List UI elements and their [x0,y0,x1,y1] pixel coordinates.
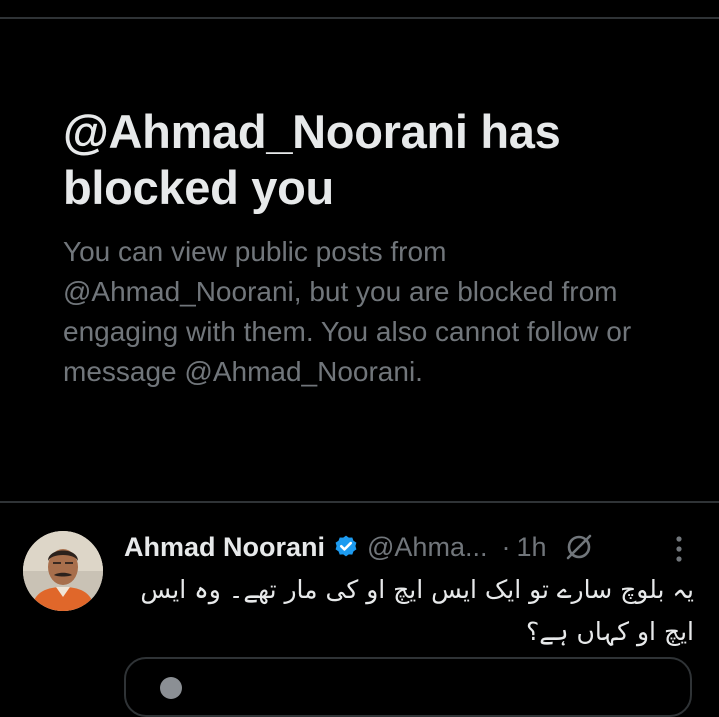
post-timestamp[interactable]: 1h [516,532,546,563]
verified-badge-icon [333,534,359,560]
post-header: Ahmad Noorani @Ahma... · 1h [124,527,595,567]
post-item[interactable]: Ahmad Noorani @Ahma... · 1h یہ بلوچ سارے… [0,503,719,717]
author-handle[interactable]: @Ahma... [367,532,487,563]
quoted-post-card[interactable] [124,657,692,717]
post-text: یہ بلوچ سارے تو ایک ایس ایچ او کی مار تھ… [140,575,694,646]
avatar[interactable] [23,531,103,611]
top-divider [0,17,719,19]
separator-dot: · [501,531,511,562]
blocked-title: @Ahmad_Noorani has blocked you [63,105,561,214]
blocked-description: You can view public posts from @Ahmad_No… [63,236,632,387]
quoted-avatar [160,677,182,699]
blocked-notice: @Ahmad_Noorani has blocked you You can v… [63,104,663,392]
more-options-icon[interactable] [669,531,689,567]
grok-icon[interactable] [563,531,595,563]
author-name[interactable]: Ahmad Noorani [124,532,325,563]
